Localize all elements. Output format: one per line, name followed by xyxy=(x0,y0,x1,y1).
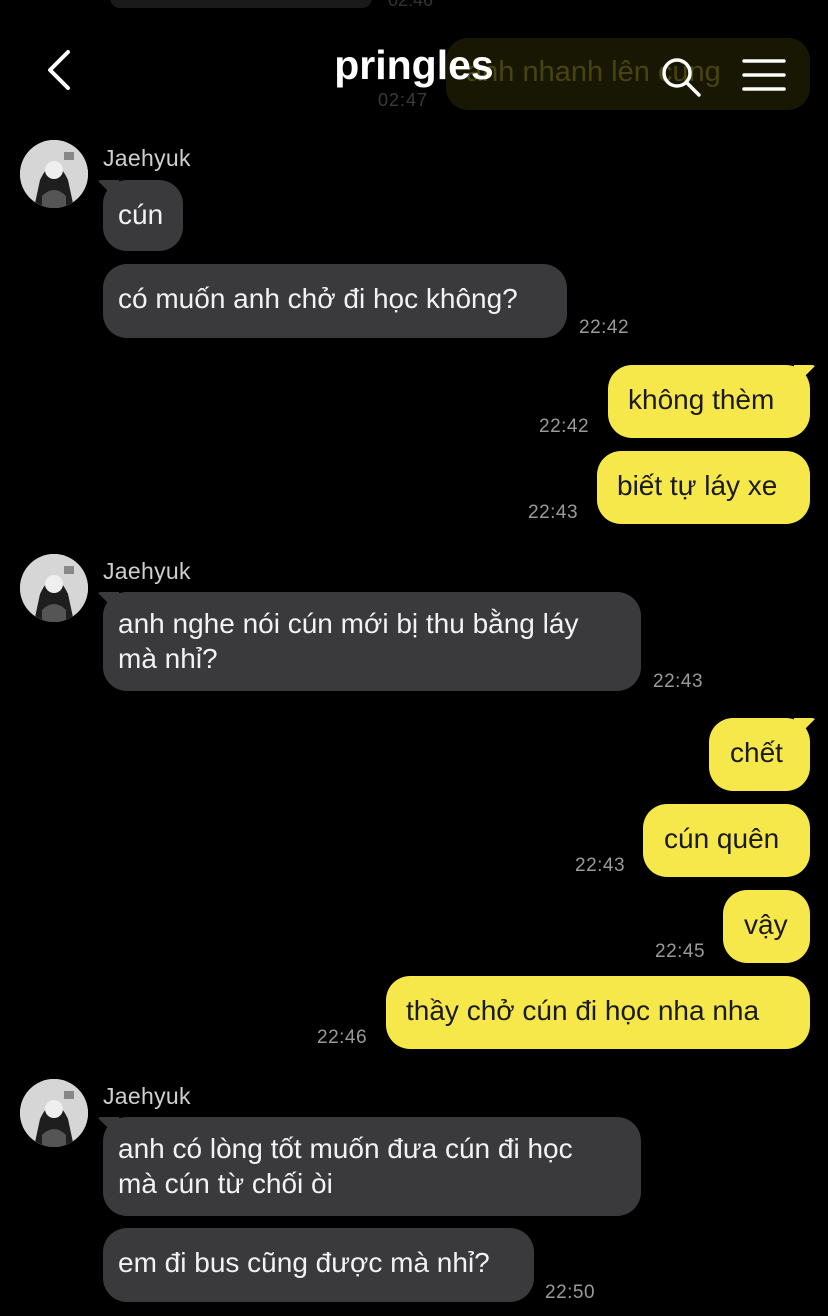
message-time: 22:43 xyxy=(575,855,626,876)
profile-picture xyxy=(20,554,88,622)
message-time: 22:50 xyxy=(545,1282,596,1303)
search-button[interactable] xyxy=(660,56,702,98)
message-text: cún xyxy=(118,199,164,230)
sender-name: Jaehyuk xyxy=(103,558,191,584)
sender-name: Jaehyuk xyxy=(103,145,191,171)
search-icon xyxy=(662,58,701,97)
avatar[interactable] xyxy=(20,554,88,622)
incoming-message-bubble[interactable]: anh có lòng tốt muốn đưa cún đi học mà c… xyxy=(103,1117,641,1216)
message-text: biết tự láy xe xyxy=(617,470,778,501)
chat-screen: 02:46 anh nhanh lên cùng 02:47 pringles xyxy=(0,0,828,1316)
sender-name: Jaehyuk xyxy=(103,1083,191,1109)
incoming-message-bubble[interactable]: có muốn anh chở đi học không? xyxy=(103,264,567,338)
message-time: 22:45 xyxy=(655,941,706,962)
scrolled-message-time: 02:46 xyxy=(388,0,434,10)
message-text-line: mà nhỉ? xyxy=(118,643,218,674)
outgoing-message-bubble[interactable]: không thèm xyxy=(608,365,810,438)
message-text-line: anh nghe nói cún mới bị thu bằng láy xyxy=(118,608,579,639)
incoming-message-bubble[interactable]: cún xyxy=(103,180,183,251)
outgoing-message-bubble[interactable]: vậy xyxy=(723,890,810,963)
avatar[interactable] xyxy=(20,1079,88,1147)
message-text: có muốn anh chở đi học không? xyxy=(118,283,518,314)
message-text: cún quên xyxy=(664,823,780,854)
avatar[interactable] xyxy=(20,140,88,208)
message-text: không thèm xyxy=(628,384,775,415)
message-time: 22:43 xyxy=(528,502,579,523)
incoming-message-bubble[interactable]: anh nghe nói cún mới bị thu bằng láy mà … xyxy=(103,592,641,691)
outgoing-message-bubble[interactable]: chết xyxy=(709,718,810,791)
outgoing-message-bubble[interactable]: biết tự láy xe xyxy=(597,451,810,524)
message-text: chết xyxy=(730,737,783,768)
chat-header: 02:46 anh nhanh lên cùng 02:47 pringles xyxy=(0,0,828,130)
menu-icon xyxy=(742,59,786,91)
scrolled-message-bubble xyxy=(110,0,372,8)
message-text: em đi bus cũng được mà nhỉ? xyxy=(118,1247,490,1278)
chat-title: pringles xyxy=(334,42,494,88)
outgoing-message-bubble[interactable]: cún quên xyxy=(643,804,810,877)
profile-picture xyxy=(20,140,88,208)
scrolled-message-time: 02:47 xyxy=(378,90,429,110)
message-time: 22:43 xyxy=(653,671,704,692)
message-time: 22:46 xyxy=(317,1027,368,1048)
message-time: 22:42 xyxy=(579,317,630,338)
message-text-line: mà cún từ chối òi xyxy=(118,1168,333,1199)
message-text: thầy chở cún đi học nha nha xyxy=(406,995,760,1026)
message-text-line: anh có lòng tốt muốn đưa cún đi học xyxy=(118,1133,573,1164)
profile-picture xyxy=(20,1079,88,1147)
menu-button[interactable] xyxy=(742,56,786,96)
message-time: 22:42 xyxy=(539,416,590,437)
outgoing-message-bubble[interactable]: thầy chở cún đi học nha nha xyxy=(386,976,810,1049)
message-text: vậy xyxy=(744,909,788,940)
incoming-message-bubble[interactable]: em đi bus cũng được mà nhỉ? xyxy=(103,1228,534,1302)
